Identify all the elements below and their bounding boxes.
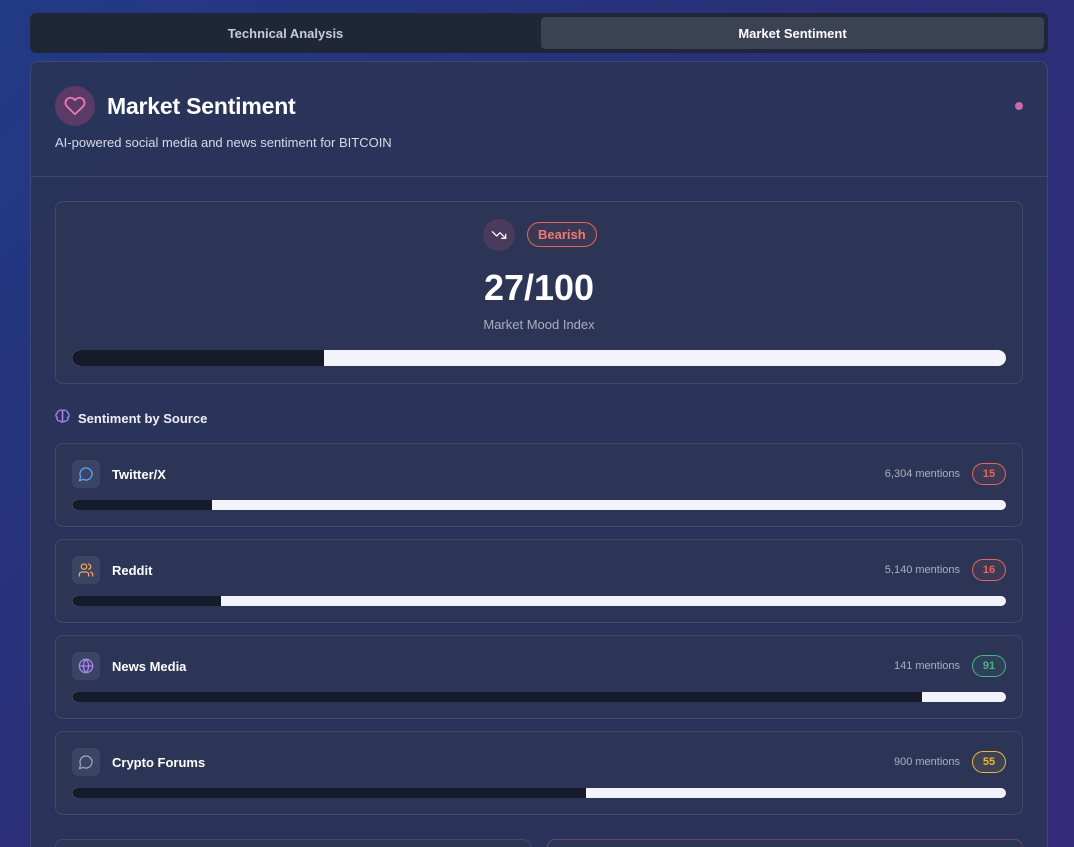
bottom-card-left	[55, 839, 531, 847]
tab-bar: Technical Analysis Market Sentiment	[30, 13, 1048, 53]
source-name: Crypto Forums	[112, 755, 206, 770]
source-progress-fill	[72, 788, 586, 798]
brain-icon	[55, 409, 70, 427]
source-card-news-media: News Media 141 mentions 91	[55, 635, 1023, 719]
page-title: Market Sentiment	[107, 93, 296, 119]
message-circle-icon	[72, 748, 100, 776]
mentions-count: 5,140 mentions	[884, 564, 960, 576]
section-heading: Sentiment by Source	[55, 409, 207, 427]
source-name: Reddit	[112, 563, 153, 578]
source-progress-fill	[72, 500, 213, 510]
users-icon	[72, 556, 100, 584]
source-card-reddit: Reddit 5,140 mentions 16	[55, 539, 1023, 623]
source-progress-bar	[72, 500, 1006, 510]
score-badge: 91	[972, 655, 1006, 677]
source-name: News Media	[112, 659, 187, 674]
source-name: Twitter/X	[112, 467, 166, 482]
score-badge: 55	[972, 751, 1006, 773]
mentions-count: 6,304 mentions	[884, 468, 960, 480]
score-badge: 16	[972, 559, 1006, 581]
mentions-count: 141 mentions	[893, 660, 960, 672]
score-badge: 15	[972, 463, 1006, 485]
source-progress-bar	[72, 692, 1006, 702]
market-mood-card: Bearish 27/100 Market Mood Index	[55, 201, 1023, 384]
source-progress-fill	[72, 692, 922, 702]
mood-score-label: Market Mood Index	[483, 317, 595, 332]
panel-header: Market Sentiment AI-powered social media…	[31, 62, 1047, 177]
bottom-card-right	[547, 839, 1023, 847]
mentions-count: 900 mentions	[893, 756, 960, 768]
sentiment-badge: Bearish	[527, 222, 597, 247]
section-title: Sentiment by Source	[78, 410, 208, 426]
mood-progress-bar	[72, 350, 1006, 366]
trending-down-icon	[483, 219, 515, 251]
mood-score: 27/100	[483, 267, 595, 308]
globe-icon	[72, 652, 100, 680]
sentiment-panel: Market Sentiment AI-powered social media…	[30, 61, 1048, 847]
status-indicator	[1015, 102, 1023, 110]
source-progress-bar	[72, 788, 1006, 798]
heart-icon	[55, 86, 95, 126]
page-subtitle: AI-powered social media and news sentime…	[55, 135, 392, 150]
tab-market-sentiment[interactable]: Market Sentiment	[541, 17, 1044, 49]
source-card-twitter: Twitter/X 6,304 mentions 15	[55, 443, 1023, 527]
mood-progress-fill	[72, 350, 325, 366]
source-progress-fill	[72, 596, 222, 606]
source-card-crypto-forums: Crypto Forums 900 mentions 55	[55, 731, 1023, 815]
message-circle-icon	[72, 460, 100, 488]
tab-technical-analysis[interactable]: Technical Analysis	[34, 17, 537, 49]
source-progress-bar	[72, 596, 1006, 606]
